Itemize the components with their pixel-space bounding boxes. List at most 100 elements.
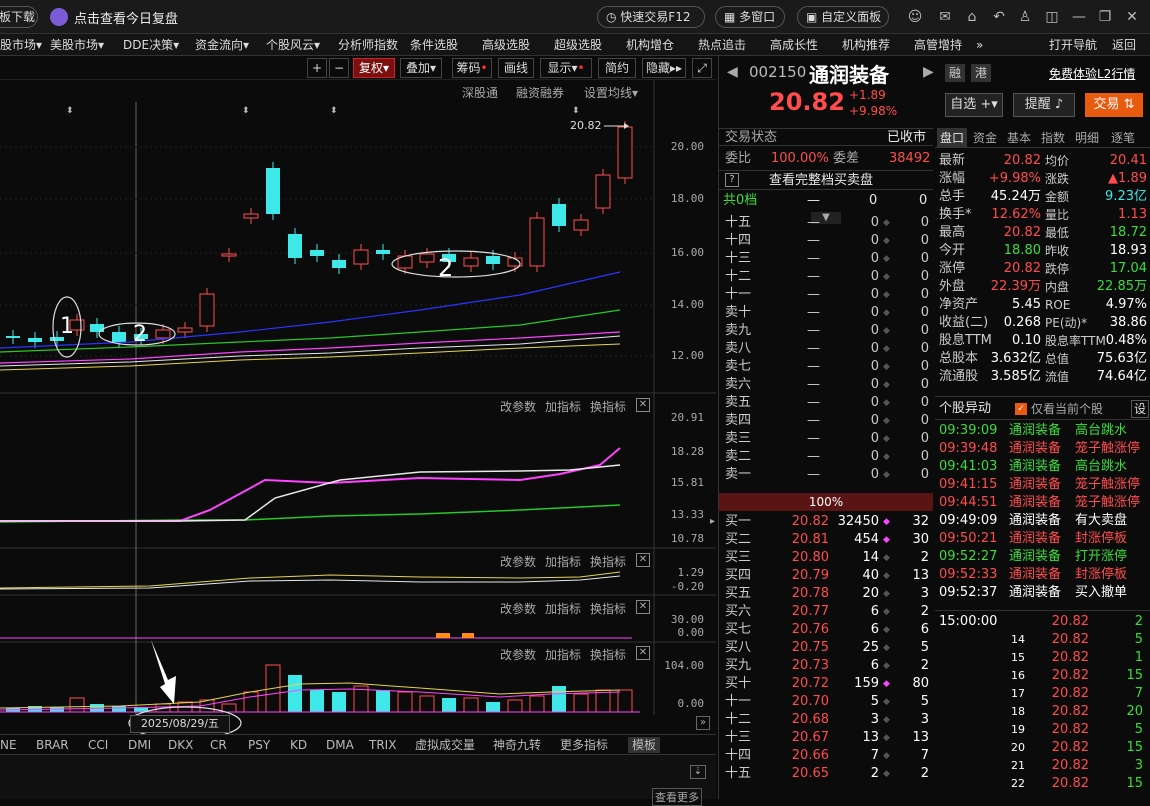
draw-line-button[interactable]: 画线 [498, 58, 534, 78]
tab-dmi[interactable]: DMI [128, 737, 151, 753]
anomaly-settings-button[interactable]: 设 [1131, 400, 1149, 418]
tab-basic[interactable]: 基本 [1007, 128, 1031, 148]
panel-toggle-icon[interactable]: ▸ [710, 516, 718, 532]
anomaly-row[interactable]: 09:44:51 通润装备 笼子触涨停 [935, 494, 1150, 512]
full-book-row[interactable]: ? 查看完整档买卖盘 [719, 170, 933, 190]
ind1-close-icon[interactable]: ✕ [636, 398, 650, 412]
link-ma-settings[interactable]: 设置均线▾ [584, 84, 638, 101]
tab-psy[interactable]: PSY [248, 737, 270, 753]
menu-high-growth[interactable]: 高成长性 [770, 34, 818, 56]
anomaly-row[interactable]: 09:49:09 通润装备 有大卖盘 [935, 512, 1150, 530]
anomaly-row[interactable]: 09:41:03 通润装备 高台跳水 [935, 458, 1150, 476]
review-link[interactable]: 点击查看今日复盘 [74, 8, 178, 27]
menu-more[interactable]: » [976, 34, 983, 56]
anomaly-row[interactable]: 09:39:09 通润装备 高台跳水 [935, 422, 1150, 440]
trade-button[interactable]: 交易 ⇅ [1085, 93, 1143, 117]
tab-ne[interactable]: NE [0, 737, 17, 753]
multi-window-button[interactable]: ▦ 多窗口 [715, 6, 785, 28]
ind1-add-indicator[interactable]: 加指标 [545, 398, 581, 415]
hk-connect-badge[interactable]: 港 [971, 64, 991, 82]
menu-exec-increase[interactable]: 高管增持 [914, 34, 962, 56]
anomaly-row[interactable]: 09:50:21 通润装备 封涨停板 [935, 530, 1150, 548]
menu-dde[interactable]: DDE决策▾ [123, 34, 179, 56]
undo-icon[interactable]: ↶ [990, 8, 1008, 26]
shirt-icon[interactable]: ♙ [1016, 8, 1034, 26]
ind3-close-icon[interactable]: ✕ [636, 600, 650, 614]
menu-open-nav[interactable]: 打开导航 [1049, 34, 1097, 56]
ind4-change-param[interactable]: 改参数 [500, 646, 536, 663]
tab-cci[interactable]: CCI [88, 737, 108, 753]
ind3-change-param[interactable]: 改参数 [500, 600, 536, 617]
watchlist-button[interactable]: 自选 +▾ [945, 93, 1003, 117]
ind4-close-icon[interactable]: ✕ [636, 646, 650, 660]
ind3-add-indicator[interactable]: 加指标 [545, 600, 581, 617]
tab-pankou[interactable]: 盘口 [937, 128, 968, 148]
tab-magic-nine[interactable]: 神奇九转 [493, 737, 541, 753]
hide-button[interactable]: 隐藏▸▸ [642, 58, 686, 78]
margin-badge[interactable]: 融 [945, 64, 965, 82]
maximize-chart-button[interactable]: ⤢ [692, 58, 712, 78]
anomaly-row[interactable]: 09:39:48 通润装备 笼子触涨停 [935, 440, 1150, 458]
ind1-change-param[interactable]: 改参数 [500, 398, 536, 415]
ind2-change-param[interactable]: 改参数 [500, 553, 536, 570]
tab-dma[interactable]: DMA [326, 737, 354, 753]
checkbox-icon[interactable]: ✓ [1015, 403, 1027, 415]
download-button[interactable]: 板下载 [0, 6, 38, 28]
alert-button[interactable]: 提醒 ♪ [1013, 93, 1075, 117]
tab-virtual-volume[interactable]: 虚拟成交量 [415, 737, 475, 753]
menu-stock-market[interactable]: 股市场▾ [0, 34, 42, 56]
tab-cr[interactable]: CR [210, 737, 227, 753]
anomaly-row[interactable]: 09:52:27 通润装备 打开涨停 [935, 548, 1150, 566]
zoom-in-button[interactable]: + [307, 58, 327, 78]
tab-template[interactable]: 模板 [628, 737, 661, 753]
tab-kd[interactable]: KD [290, 737, 307, 753]
quick-trade-button[interactable]: ◷ 快速交易F12 [597, 6, 705, 28]
tab-trix[interactable]: TRIX [369, 737, 396, 753]
restore-icon[interactable]: ❐ [1096, 8, 1114, 26]
menu-super-select[interactable]: 超级选股 [554, 34, 602, 56]
tab-more-indicators[interactable]: 更多指标 [560, 737, 608, 753]
tab-detail[interactable]: 明细 [1075, 128, 1099, 148]
collapse-icon[interactable]: ⇣ [690, 765, 706, 779]
menu-stock-risk[interactable]: 个股风云▾ [266, 34, 320, 56]
simple-button[interactable]: 简约 [598, 58, 636, 78]
mail-icon[interactable]: ✉ [936, 8, 954, 26]
tab-tick[interactable]: 逐笔 [1111, 128, 1135, 148]
skin-icon[interactable]: ◫ [1043, 8, 1061, 26]
kline-chart-area[interactable]: ⬍ ⬍ ⬍ ⬍ 深股通 融资融券 设置均线▾ 20.82 1 2 2 20.00 18… [0, 80, 716, 735]
menu-hotspot[interactable]: 热点追击 [698, 34, 746, 56]
ind3-switch-indicator[interactable]: 换指标 [590, 600, 626, 617]
ind2-add-indicator[interactable]: 加指标 [545, 553, 581, 570]
ind2-switch-indicator[interactable]: 换指标 [590, 553, 626, 570]
chips-button[interactable]: 筹码• [452, 58, 492, 78]
tab-dkx[interactable]: DKX [168, 737, 193, 753]
more-button[interactable]: 查看更多 [652, 788, 702, 806]
tab-index[interactable]: 指数 [1041, 128, 1065, 148]
link-shengutong[interactable]: 深股通 [462, 84, 498, 101]
lock-icon[interactable]: ⌂ [963, 8, 981, 26]
custom-panel-button[interactable]: ▣ 自定义面板 [797, 6, 889, 28]
anomaly-row[interactable]: 09:41:15 通润装备 笼子触涨停 [935, 476, 1150, 494]
ind1-switch-indicator[interactable]: 换指标 [590, 398, 626, 415]
l2-trial-link[interactable]: 免费体验L2行情 [1049, 65, 1135, 82]
menu-capital-flow[interactable]: 资金流向▾ [195, 34, 249, 56]
close-icon[interactable]: ✕ [1123, 8, 1141, 26]
link-margin[interactable]: 融资融券 [516, 84, 564, 101]
menu-institution-add[interactable]: 机构增仓 [626, 34, 674, 56]
overlay-button[interactable]: 叠加▾ [400, 58, 442, 78]
tab-capital[interactable]: 资金 [973, 128, 997, 148]
display-button[interactable]: 显示▾• [540, 58, 592, 78]
menu-advanced-select[interactable]: 高级选股 [482, 34, 530, 56]
scroll-right-icon[interactable]: » [696, 716, 710, 730]
menu-institution-rec[interactable]: 机构推荐 [842, 34, 890, 56]
ind4-switch-indicator[interactable]: 换指标 [590, 646, 626, 663]
menu-back[interactable]: 返回 [1112, 34, 1136, 56]
prev-stock-icon[interactable]: ◀ [727, 64, 738, 80]
menu-condition-select[interactable]: 条件选股 [410, 34, 458, 56]
menu-analyst-index[interactable]: 分析师指数 [338, 34, 398, 56]
fuquan-button[interactable]: 复权▾ [353, 58, 395, 78]
ind4-add-indicator[interactable]: 加指标 [545, 646, 581, 663]
anomaly-row[interactable]: 09:52:37 通润装备 买入撤单 [935, 584, 1150, 602]
user-icon[interactable]: ☺ [906, 8, 924, 26]
menu-us-market[interactable]: 美股市场▾ [50, 34, 104, 56]
